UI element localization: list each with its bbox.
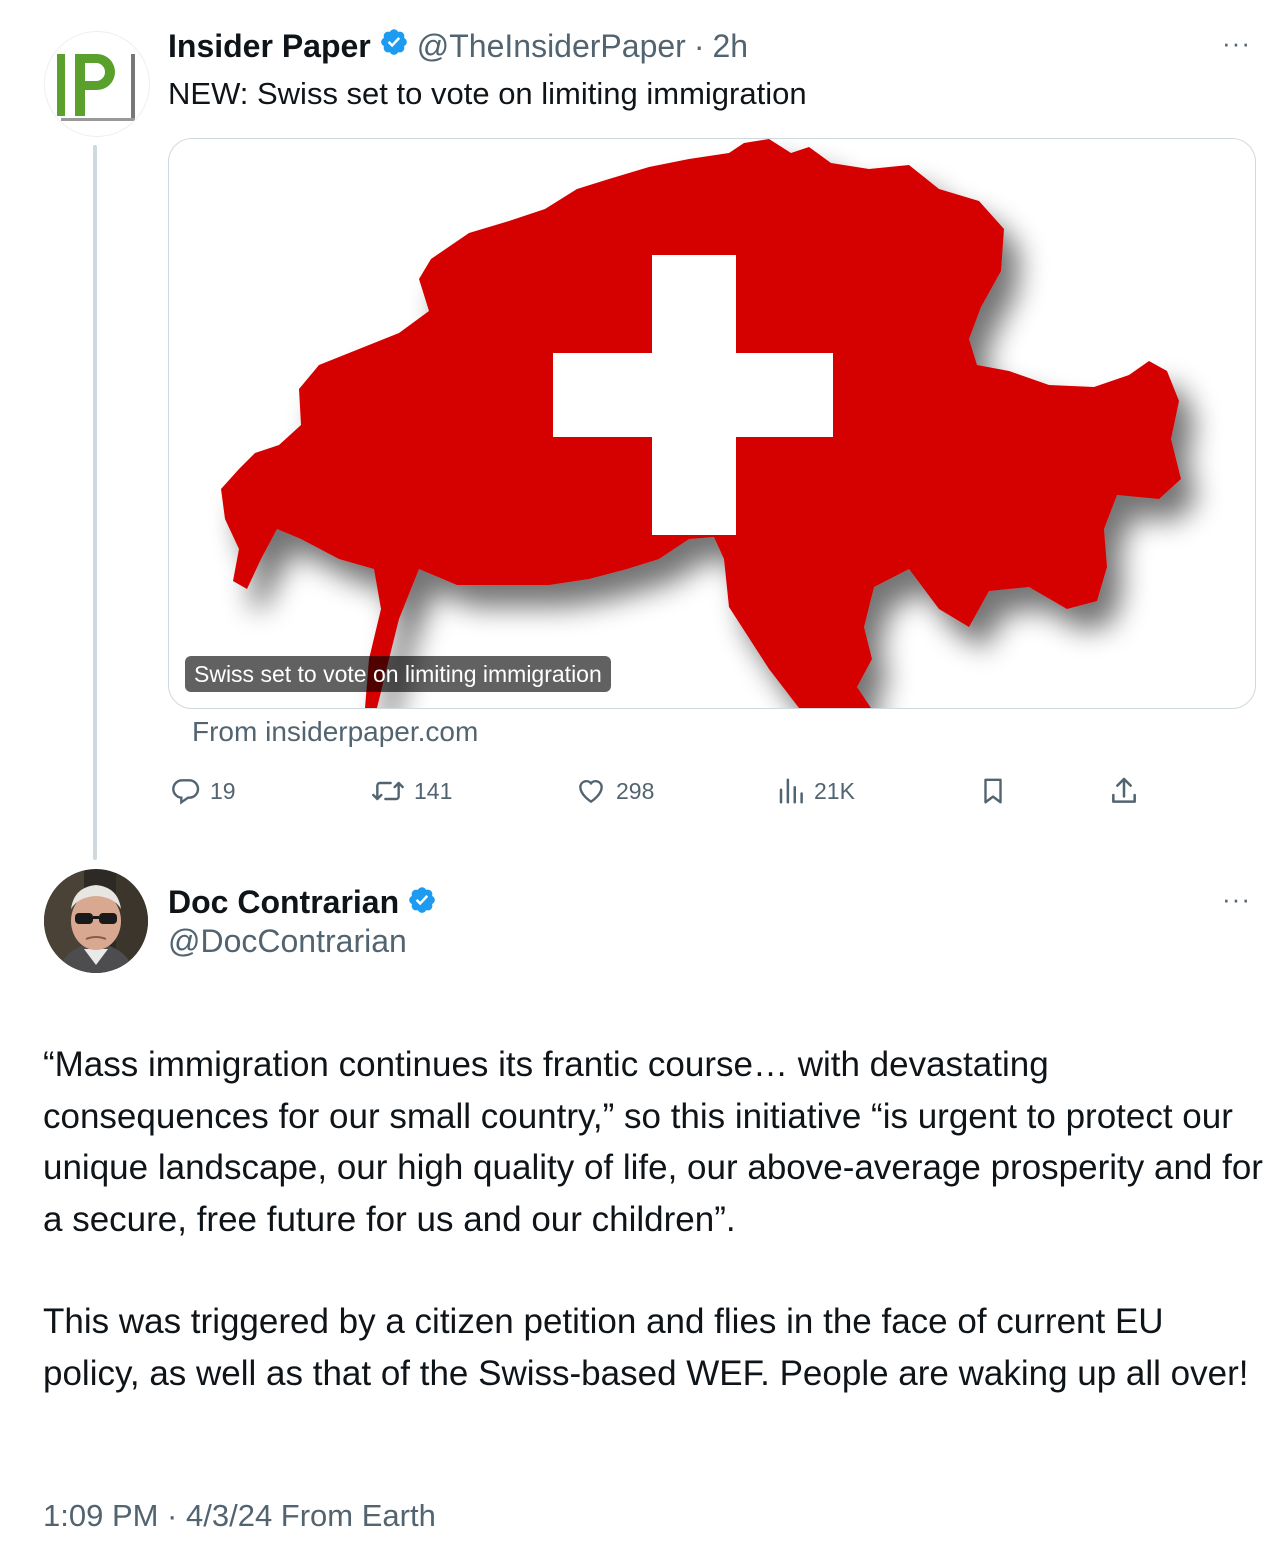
verified-badge-icon	[379, 27, 409, 65]
swiss-map-image	[221, 139, 1181, 708]
tweet-time[interactable]: 2h	[712, 28, 748, 65]
bookmark-icon	[984, 778, 1002, 804]
thread-connector-line	[93, 145, 97, 860]
retweet-count: 141	[414, 777, 453, 804]
tweet-timestamp[interactable]: 1:09 PM · 4/3/24 From Earth	[43, 1498, 436, 1534]
verified-badge-icon	[407, 885, 437, 920]
insider-paper-logo	[57, 54, 135, 121]
tweet-paragraph: “Mass immigration continues its frantic …	[43, 1045, 1263, 1239]
author-handle[interactable]: @TheInsiderPaper	[417, 28, 686, 65]
author-name[interactable]: Insider Paper	[168, 28, 371, 65]
more-icon[interactable]: ···	[1222, 884, 1251, 915]
retweet-icon	[372, 781, 404, 801]
reply-icon	[172, 779, 200, 805]
more-icon[interactable]: ···	[1222, 28, 1251, 59]
tweet-body: “Mass immigration continues its frantic …	[43, 1039, 1268, 1399]
card-source[interactable]: From insiderpaper.com	[192, 716, 478, 748]
share-icon	[1112, 777, 1136, 803]
link-card[interactable]: Swiss set to vote on limiting immigratio…	[168, 138, 1256, 709]
reply-count: 19	[210, 777, 236, 804]
insider-paper-avatar[interactable]	[44, 31, 150, 137]
author-handle[interactable]: @DocContrarian	[168, 923, 407, 960]
separator-dot: ·	[693, 27, 705, 64]
views-button[interactable]: 21K	[776, 770, 855, 812]
card-image-caption: Swiss set to vote on limiting immigratio…	[185, 656, 611, 692]
share-button[interactable]	[1108, 770, 1140, 812]
reply-button[interactable]: 19	[170, 770, 236, 812]
tweet-text: NEW: Swiss set to vote on limiting immig…	[168, 76, 807, 111]
tweet-paragraph: This was triggered by a citizen petition…	[43, 1302, 1249, 1393]
views-count: 21K	[814, 777, 855, 804]
bookmark-button[interactable]	[978, 770, 1008, 812]
quoted-tweet-header: Insider Paper @TheInsiderPaper · 2h	[168, 26, 748, 66]
like-button[interactable]: 298	[574, 770, 654, 812]
avatar-photo	[44, 869, 148, 973]
like-count: 298	[616, 777, 655, 804]
like-icon	[579, 779, 603, 804]
retweet-button[interactable]: 141	[370, 770, 452, 812]
author-name[interactable]: Doc Contrarian	[168, 884, 399, 921]
reply-tweet-header: Doc Contrarian	[168, 880, 437, 924]
doc-contrarian-avatar[interactable]	[44, 869, 148, 973]
views-icon	[779, 778, 803, 804]
